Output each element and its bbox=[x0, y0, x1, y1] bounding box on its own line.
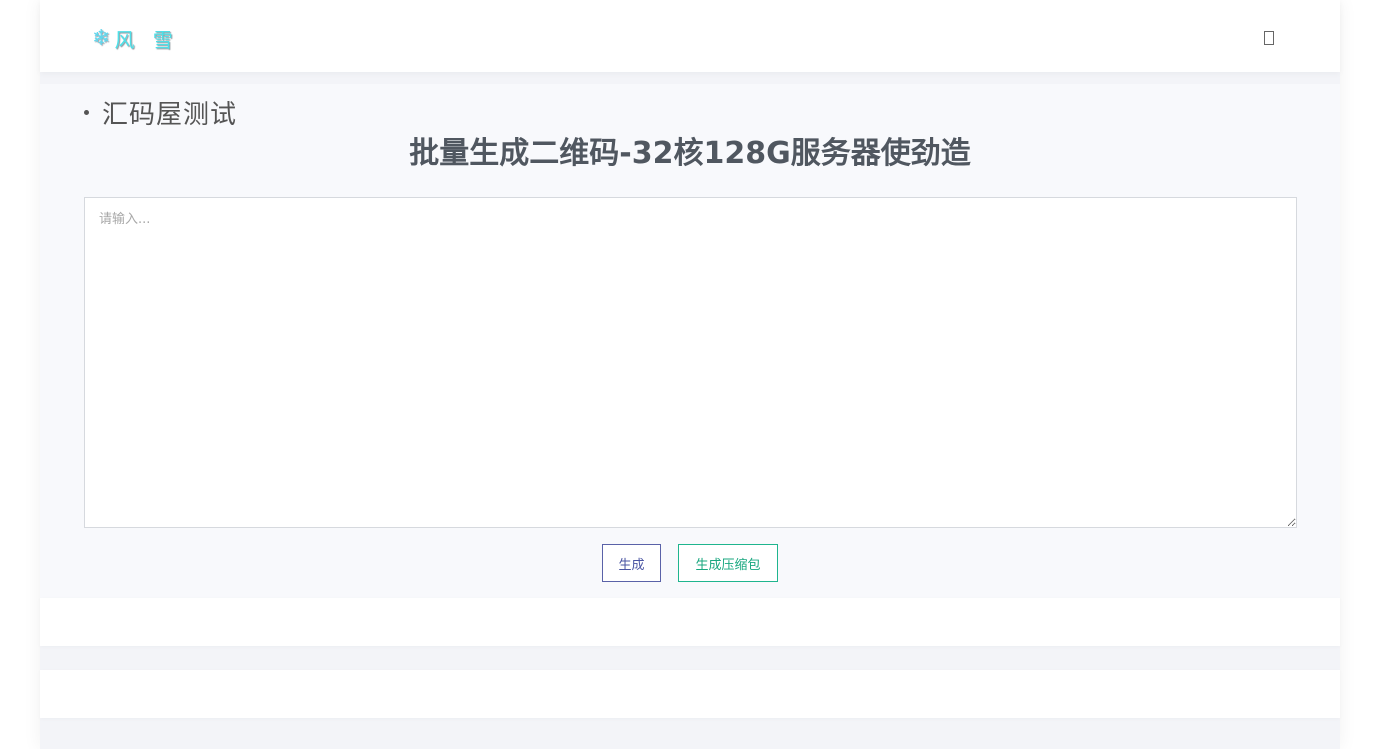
site-logo[interactable]: ❄ 风 雪 bbox=[92, 24, 179, 53]
generate-zip-button[interactable]: 生成压缩包 bbox=[678, 544, 778, 582]
section-title: 汇码屋测试 bbox=[84, 94, 237, 131]
menu-icon[interactable] bbox=[1264, 31, 1274, 45]
footer-panel bbox=[40, 670, 1340, 718]
logo-text: 风 雪 bbox=[114, 28, 179, 52]
page-heading: 批量生成二维码-32核128G服务器使劲造 bbox=[409, 136, 971, 171]
section-title-text: 汇码屋测试 bbox=[102, 100, 238, 130]
result-panel bbox=[40, 598, 1340, 646]
snowflake-icon: ❄ bbox=[92, 25, 111, 51]
site-header: ❄ 风 雪 bbox=[40, 0, 1340, 72]
main-card: 汇码屋测试 批量生成二维码-32核128G服务器使劲造 生成 生成压缩包 bbox=[40, 84, 1340, 598]
batch-input-textarea[interactable] bbox=[84, 197, 1297, 528]
bullet-icon bbox=[84, 110, 89, 115]
generate-button[interactable]: 生成 bbox=[602, 544, 661, 582]
